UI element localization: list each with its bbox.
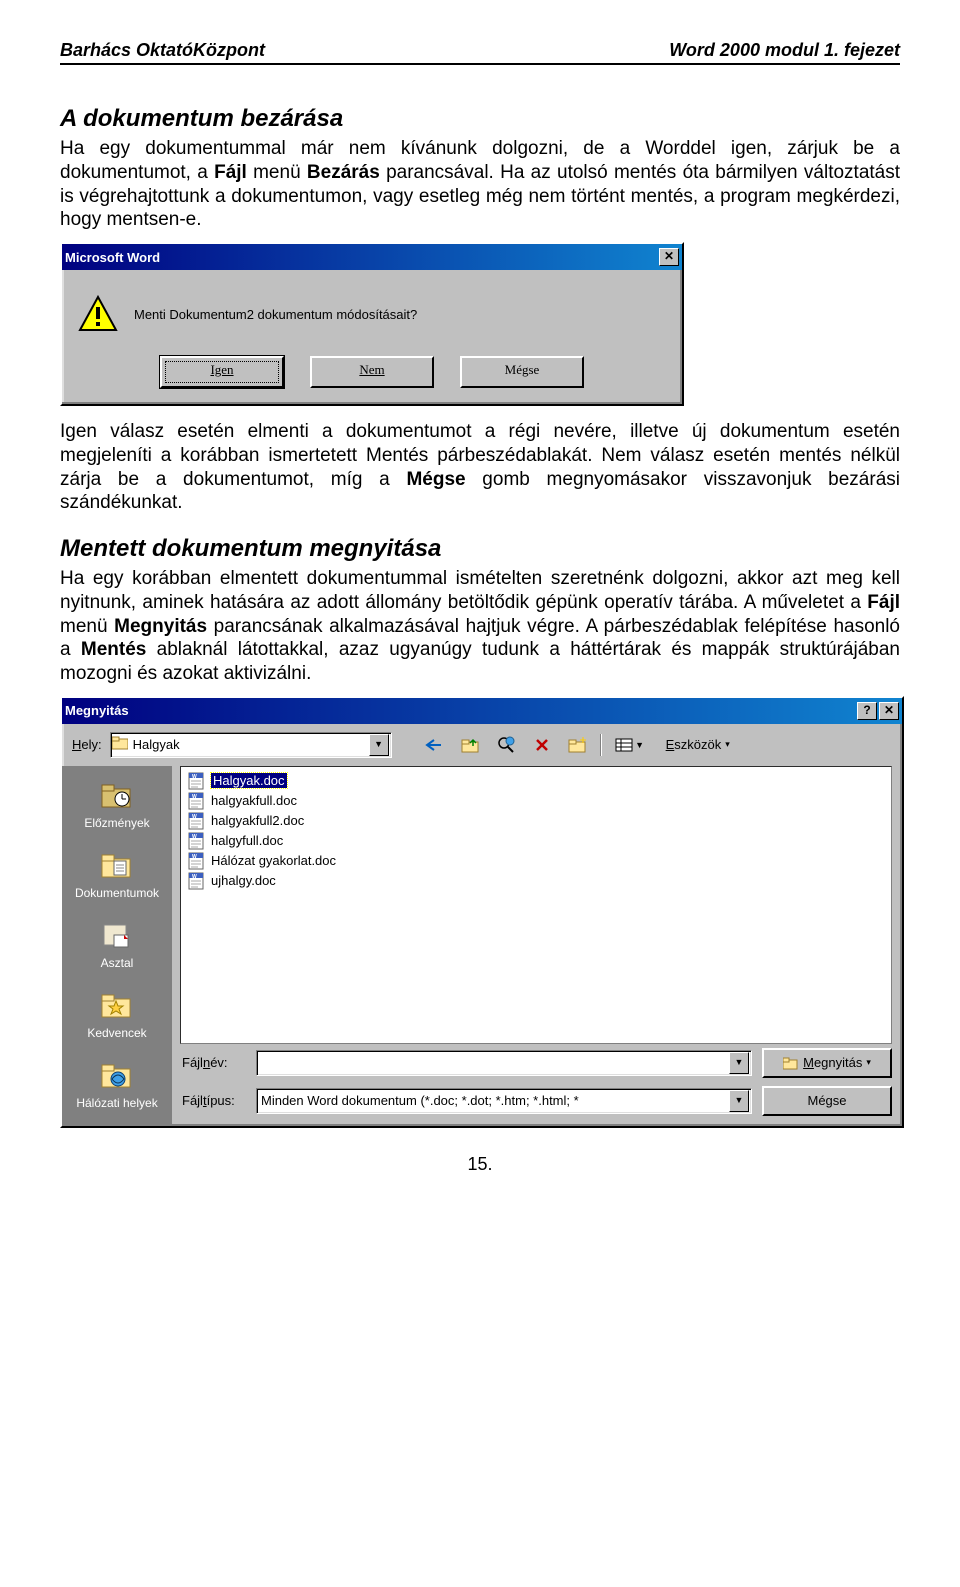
- svg-text:W: W: [192, 814, 197, 820]
- save-confirm-dialog: Microsoft Word ✕ Menti Dokumentum2 dokum…: [60, 242, 684, 406]
- cancel-open-button[interactable]: Mégse: [762, 1086, 892, 1116]
- place-favorites[interactable]: Kedvencek: [67, 982, 167, 1050]
- file-name: Halgyak.doc: [211, 773, 287, 788]
- desktop-icon: [67, 918, 167, 954]
- chevron-down-icon: ▾: [725, 739, 730, 750]
- file-item[interactable]: Whalgyfull.doc: [185, 831, 887, 851]
- back-button[interactable]: [420, 732, 448, 758]
- header-right: Word 2000 modul 1. fejezet: [669, 40, 900, 61]
- svg-text:W: W: [192, 834, 197, 840]
- svg-text:W: W: [192, 874, 197, 880]
- place-documents[interactable]: Dokumentumok: [67, 842, 167, 910]
- cancel-button[interactable]: Mégse: [460, 356, 584, 388]
- new-folder-button[interactable]: [564, 732, 592, 758]
- location-combo[interactable]: Halgyak ▼: [110, 732, 392, 758]
- header-left: Barhács OktatóKözpont: [60, 40, 265, 61]
- place-desktop[interactable]: Asztal: [67, 912, 167, 980]
- chevron-down-icon[interactable]: ▼: [729, 1052, 749, 1074]
- open-dialog-title: Megnyitás: [65, 703, 129, 718]
- chevron-down-icon[interactable]: ▼: [369, 734, 389, 756]
- dialog-titlebar[interactable]: Microsoft Word ✕: [62, 244, 682, 270]
- file-name: Hálózat gyakorlat.doc: [211, 853, 336, 868]
- chevron-down-icon[interactable]: ▼: [729, 1090, 749, 1112]
- svg-text:W: W: [192, 794, 197, 800]
- place-history[interactable]: Előzmények: [67, 772, 167, 840]
- file-item[interactable]: W Hálózat gyakorlat.doc: [185, 851, 887, 871]
- filetype-combo[interactable]: Minden Word dokumentum (*.doc; *.dot; *.…: [256, 1088, 752, 1114]
- folder-icon: [111, 736, 129, 753]
- file-item[interactable]: W Halgyak.doc: [185, 771, 887, 791]
- place-network[interactable]: Hálózati helyek: [67, 1052, 167, 1120]
- location-label: Hely:: [72, 737, 102, 752]
- file-list[interactable]: WHalgyak.docWhalgyakfull.docWhalgyakfull…: [180, 766, 892, 1044]
- location-value: Halgyak: [129, 737, 367, 752]
- section-open-title: Mentett dokumentum megnyitása: [60, 535, 900, 563]
- filetype-label: Fájltípus:: [182, 1093, 246, 1108]
- file-name: halgyakfull2.doc: [211, 813, 304, 828]
- warning-icon: [78, 294, 118, 334]
- views-button[interactable]: ▼: [609, 732, 651, 758]
- filename-label: Fájlnév:: [182, 1055, 246, 1070]
- word-doc-icon: W: [187, 872, 205, 890]
- word-doc-icon: W: [187, 832, 205, 850]
- places-bar: Előzmények Dokumentumok Asztal Kedvencek…: [62, 766, 172, 1126]
- open-dialog: Megnyitás ? ✕ Hely: Halgyak ▼: [60, 696, 904, 1128]
- word-doc-icon: W: [187, 792, 205, 810]
- file-item[interactable]: Whalgyakfull.doc: [185, 791, 887, 811]
- delete-button[interactable]: [528, 732, 556, 758]
- no-button[interactable]: Nem: [310, 356, 434, 388]
- section-open-paragraph: Ha egy korábban elmentett dokumentummal …: [60, 567, 900, 686]
- file-item[interactable]: Whalgyakfull2.doc: [185, 811, 887, 831]
- word-doc-icon: W: [187, 812, 205, 830]
- filename-combo[interactable]: ▼: [256, 1050, 752, 1076]
- chevron-down-icon: ▾: [866, 1057, 871, 1068]
- yes-button[interactable]: Igen: [160, 356, 284, 388]
- file-name: halgyfull.doc: [211, 833, 283, 848]
- word-doc-icon: W: [187, 852, 205, 870]
- file-name: ujhalgy.doc: [211, 873, 276, 888]
- section-close-title: A dokumentum bezárása: [60, 105, 900, 133]
- close-icon[interactable]: ✕: [879, 702, 899, 720]
- file-item[interactable]: Wujhalgy.doc: [185, 871, 887, 891]
- word-doc-icon: W: [187, 772, 205, 790]
- open-button[interactable]: Megnyitás ▾: [762, 1048, 892, 1078]
- chevron-down-icon: ▼: [635, 740, 644, 750]
- paragraph-after-msgbox: Igen válasz esetén elmenti a dokumentumo…: [60, 420, 900, 515]
- file-name: halgyakfull.doc: [211, 793, 297, 808]
- network-icon: [67, 1058, 167, 1094]
- page-number: 15.: [60, 1154, 900, 1175]
- history-icon: [67, 778, 167, 814]
- documents-icon: [67, 848, 167, 884]
- dialog-title: Microsoft Word: [65, 250, 160, 265]
- section-close-paragraph: Ha egy dokumentummal már nem kívánunk do…: [60, 137, 900, 232]
- dialog-message: Menti Dokumentum2 dokumentum módosításai…: [134, 307, 417, 322]
- svg-text:W: W: [192, 854, 197, 860]
- search-web-button[interactable]: [492, 732, 520, 758]
- svg-text:W: W: [192, 774, 197, 780]
- close-icon[interactable]: ✕: [659, 248, 679, 266]
- open-folder-icon: [783, 1056, 799, 1070]
- help-icon[interactable]: ?: [857, 702, 877, 720]
- up-one-level-button[interactable]: [456, 732, 484, 758]
- tools-menu-button[interactable]: Eszközök ▾: [659, 732, 737, 758]
- open-dialog-titlebar[interactable]: Megnyitás ? ✕: [62, 698, 902, 724]
- favorites-icon: [67, 988, 167, 1024]
